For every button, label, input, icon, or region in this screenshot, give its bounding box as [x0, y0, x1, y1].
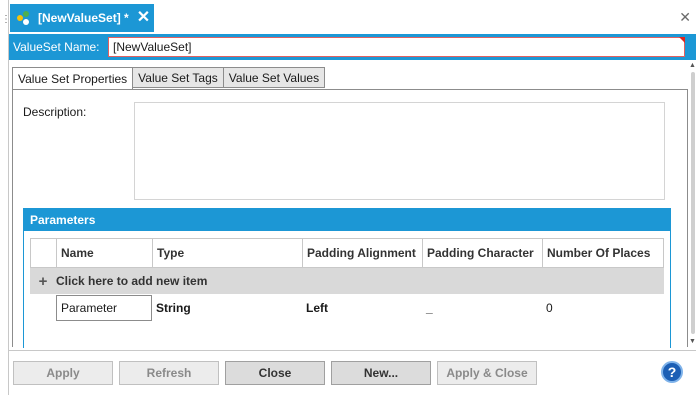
add-new-item-label: Click here to add new item	[56, 274, 208, 288]
close-button[interactable]: Close	[225, 361, 325, 385]
valueset-name-label: ValueSet Name:	[13, 40, 100, 54]
property-tabs: Value Set Properties Value Set Tags Valu…	[12, 67, 326, 90]
parameters-section: Parameters Name Type Padding Alignment P…	[23, 208, 671, 348]
parameter-number-of-places-cell[interactable]: 0	[542, 301, 662, 315]
document-tab[interactable]: [NewValueSet] * ✕	[10, 4, 154, 32]
tab-value-set-properties[interactable]: Value Set Properties	[12, 67, 134, 90]
value-set-window: [NewValueSet] * ✕ ✕ ValueSet Name: Value…	[8, 0, 696, 395]
description-field[interactable]	[134, 102, 665, 200]
name-bar: ValueSet Name:	[9, 34, 696, 60]
parameters-header: Parameters	[24, 209, 670, 231]
column-header-number-of-places[interactable]: Number Of Places	[543, 239, 663, 267]
scroll-down-icon[interactable]: ▼	[689, 338, 696, 345]
scrollbar-thumb[interactable]	[691, 72, 695, 334]
column-header-padding-alignment[interactable]: Padding Alignment	[303, 239, 423, 267]
plus-icon: +	[38, 272, 48, 290]
column-header-type[interactable]: Type	[153, 239, 303, 267]
left-gutter: ⋮	[0, 0, 11, 395]
refresh-button[interactable]: Refresh	[119, 361, 219, 385]
table-row[interactable]: Parameter String Left _ 0	[30, 294, 664, 322]
close-window-icon[interactable]: ✕	[679, 9, 691, 26]
description-label: Description:	[23, 105, 87, 119]
valueset-name-input[interactable]	[108, 37, 685, 57]
app-logo-icon	[16, 9, 34, 27]
grid-header-row: Name Type Padding Alignment Padding Char…	[30, 238, 664, 268]
parameter-type-cell[interactable]: String	[152, 301, 302, 315]
apply-close-button[interactable]: Apply & Close	[437, 361, 537, 385]
footer-bar: Apply Refresh Close New... Apply & Close…	[9, 350, 696, 395]
document-tab-strip: [NewValueSet] * ✕ ✕	[9, 0, 696, 34]
add-new-item-row[interactable]: + Click here to add new item	[30, 268, 664, 294]
apply-button[interactable]: Apply	[13, 361, 113, 385]
parameter-padding-alignment-cell[interactable]: Left	[302, 301, 422, 315]
parameter-name-cell[interactable]: Parameter	[56, 295, 152, 321]
scroll-up-icon[interactable]: ▲	[689, 62, 696, 69]
help-icon[interactable]: ?	[661, 361, 683, 383]
close-tab-icon[interactable]: ✕	[137, 10, 150, 26]
parameters-grid: Name Type Padding Alignment Padding Char…	[30, 238, 664, 322]
new-button[interactable]: New...	[331, 361, 431, 385]
properties-panel: Description: Parameters Name Type Paddin…	[12, 89, 688, 348]
column-header-name[interactable]: Name	[57, 239, 153, 267]
vertical-scrollbar[interactable]: ▲ ▼	[689, 60, 696, 350]
column-header-padding-character[interactable]: Padding Character	[423, 239, 543, 267]
parameter-padding-character-cell[interactable]: _	[422, 301, 542, 315]
row-selector-header	[31, 239, 57, 267]
document-tab-title: [NewValueSet] *	[38, 11, 129, 25]
tab-value-set-values[interactable]: Value Set Values	[222, 67, 326, 88]
required-indicator-icon	[679, 37, 685, 43]
tab-value-set-tags[interactable]: Value Set Tags	[132, 67, 224, 88]
